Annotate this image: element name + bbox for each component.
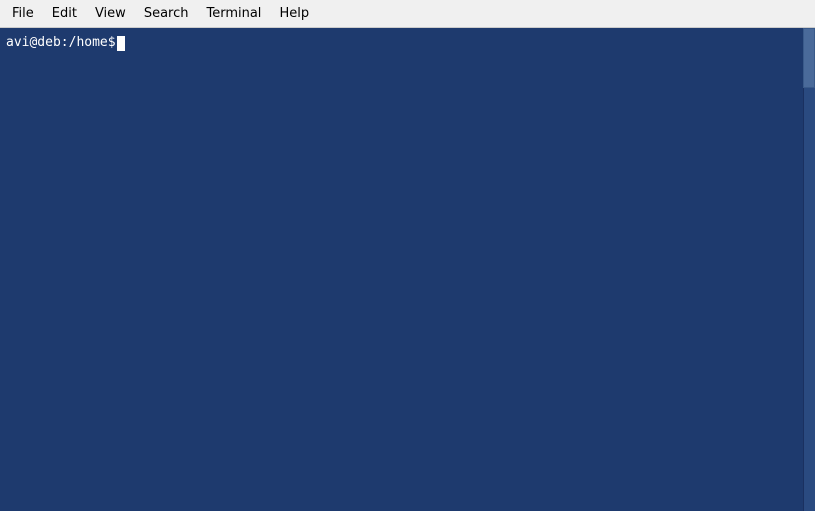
menu-help[interactable]: Help bbox=[271, 3, 317, 24]
terminal-body[interactable]: avi@deb:/home$ bbox=[0, 28, 815, 511]
scrollbar-thumb[interactable] bbox=[803, 28, 815, 88]
menu-edit[interactable]: Edit bbox=[44, 3, 85, 24]
menu-search[interactable]: Search bbox=[136, 3, 197, 24]
prompt-text: avi@deb:/home$ bbox=[6, 34, 116, 52]
menu-terminal[interactable]: Terminal bbox=[198, 3, 269, 24]
menu-file[interactable]: File bbox=[4, 3, 42, 24]
scrollbar[interactable] bbox=[803, 28, 815, 511]
terminal-cursor bbox=[117, 36, 125, 51]
menubar: File Edit View Search Terminal Help bbox=[0, 0, 815, 28]
prompt-line: avi@deb:/home$ bbox=[6, 34, 809, 52]
menu-view[interactable]: View bbox=[87, 3, 134, 24]
